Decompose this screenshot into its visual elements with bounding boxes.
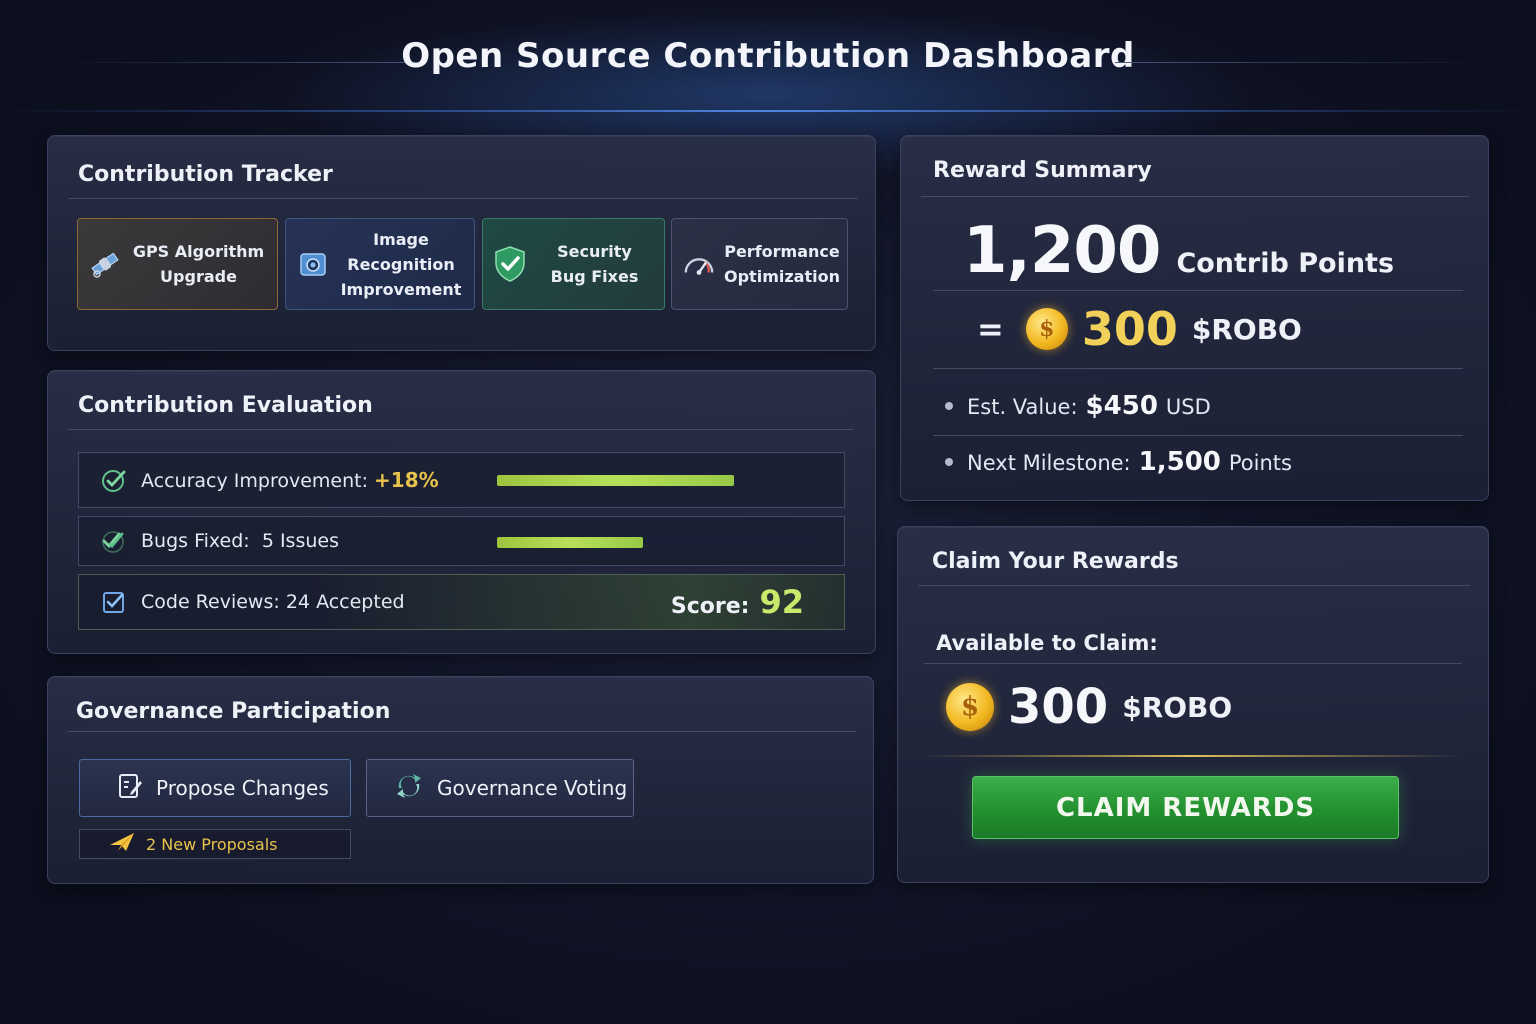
bugs-progress-bar [497,537,822,548]
panel-divider [921,196,1469,197]
bugs-suffix: Issues [279,530,339,552]
tracker-card-security[interactable]: Security Bug Fixes [482,218,665,310]
governance-voting-button[interactable]: Governance Voting [366,759,634,817]
tracker-card-image-recognition[interactable]: Image Recognition Improvement [285,218,475,310]
checkbox-icon [101,589,127,615]
tracker-card-label: Security [557,242,632,261]
panel-title: Contribution Tracker [78,162,333,187]
reward-summary-panel: Reward Summary 1,200 Contrib Points = $ … [900,135,1489,501]
tracker-card-gps[interactable]: GPS Algorithm Upgrade [77,218,278,310]
paper-plane-icon [108,831,136,857]
milestone-label: Next Milestone: [967,451,1131,475]
dashboard-header: Open Source Contribution Dashboard [0,0,1536,112]
satellite-icon [88,247,122,281]
next-milestone-stat: Next Milestone: 1,500 Points [945,447,1292,477]
accuracy-label: Accuracy Improvement: [141,470,368,492]
camera-icon [296,247,330,281]
est-value-stat: Est. Value: $450 USD [945,391,1211,421]
accuracy-value: +18% [374,468,439,492]
panel-title: Claim Your Rewards [932,549,1179,574]
code-reviews-row: Code Reviews: 24 Accepted Score: 92 [78,574,845,630]
edit-document-icon [116,772,144,805]
tracker-card-label: Upgrade [160,267,237,286]
robo-amount: 300 [1081,302,1178,356]
est-value-amount: $450 [1085,391,1158,421]
tracker-card-label: Performance [724,242,840,261]
new-proposals-badge[interactable]: 2 New Proposals [79,829,351,859]
bugs-label: Bugs Fixed: [141,530,250,552]
coin-icon: $ [1025,308,1068,350]
points-total: 1,200 Contrib Points [963,214,1394,288]
tracker-card-label: Optimization [724,267,840,286]
claim-amount: $ 300 $ROBO [946,679,1232,735]
available-label: Available to Claim: [936,631,1158,655]
equals-sign: = [977,310,1004,348]
accuracy-progress-bar [497,475,822,486]
claim-rewards-panel: Claim Your Rewards Available to Claim: $… [897,526,1489,883]
milestone-unit: Points [1228,451,1292,475]
panel-divider [68,731,856,732]
bugs-progress-fill [497,537,644,548]
bullet-icon [945,402,953,410]
panel-divider [918,585,1470,586]
speedometer-icon [682,247,716,281]
milestone-value: 1,500 [1138,447,1221,477]
gold-divider [920,755,1462,757]
check-circle-icon [101,467,127,493]
reviews-label: Code Reviews: [141,591,280,613]
reviews-value: 24 [285,591,311,613]
accuracy-row: Accuracy Improvement: +18% [78,452,845,508]
page-title: Open Source Contribution Dashboard [401,36,1135,76]
propose-changes-label: Propose Changes [156,776,329,800]
panel-divider [933,435,1463,436]
governance-participation-panel: Governance Participation Propose Changes… [47,676,874,884]
claim-rewards-button[interactable]: CLAIM REWARDS [972,776,1399,839]
voting-cycle-icon [393,772,425,805]
panel-title: Contribution Evaluation [78,393,373,418]
score-value: 92 [759,583,804,621]
bugs-row: Bugs Fixed: 5 Issues [78,516,845,566]
tracker-card-performance[interactable]: Performance Optimization [671,218,848,310]
shield-check-icon [493,246,527,282]
bugs-value: 5 [261,530,274,552]
tracker-card-label: Image Recognition [347,229,455,274]
coin-icon: $ [946,683,994,731]
contribution-evaluation-panel: Contribution Evaluation Accuracy Improve… [47,370,876,654]
header-rule-right [1115,62,1495,63]
propose-changes-button[interactable]: Propose Changes [79,759,351,817]
panel-divider [933,290,1463,291]
contribution-tracker-panel: Contribution Tracker GPS Algorithm Upgrad… [47,135,876,351]
panel-divider [68,429,853,430]
new-proposals-label: 2 New Proposals [146,834,278,854]
accuracy-progress-fill [497,475,735,486]
tracker-card-label: GPS Algorithm [132,242,265,261]
bullet-icon [945,458,953,466]
points-unit: Contrib Points [1176,248,1395,279]
robo-conversion: = $ 300 $ROBO [977,302,1302,356]
claim-amount-unit: $ROBO [1122,690,1233,724]
claim-amount-value: 300 [1008,679,1109,735]
panel-title: Governance Participation [76,699,391,724]
est-value-label: Est. Value: [967,395,1078,419]
score-display: Score: 92 [671,583,804,621]
panel-divider [933,368,1463,369]
est-value-unit: USD [1165,395,1211,419]
panel-divider [68,198,858,199]
header-glow-line [0,110,1536,112]
double-check-icon [101,528,127,554]
tracker-card-label: Improvement [340,279,462,299]
score-label: Score: [670,594,750,619]
reviews-suffix: Accepted [316,591,405,613]
panel-title: Reward Summary [933,158,1152,183]
points-value: 1,200 [963,214,1161,288]
robo-unit: $ROBO [1191,312,1302,346]
panel-divider [924,663,1462,664]
tracker-card-label: Bug Fixes [550,267,639,286]
governance-voting-label: Governance Voting [437,776,628,800]
